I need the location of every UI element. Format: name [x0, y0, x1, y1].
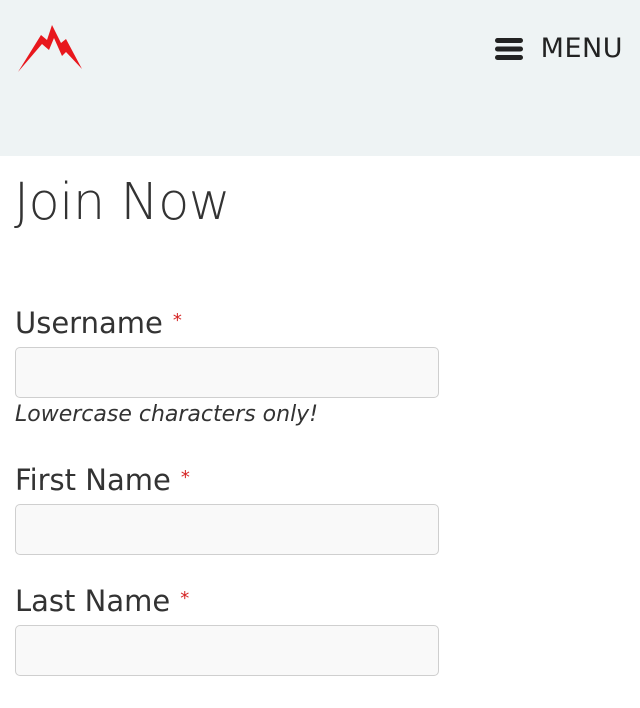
required-asterisk: *: [180, 467, 190, 488]
username-label-text: Username: [15, 306, 163, 340]
last-name-label-text: Last Name: [15, 584, 171, 618]
last-name-label: Last Name *: [15, 583, 189, 619]
first-name-input[interactable]: [15, 504, 439, 555]
username-label: Username *: [15, 305, 182, 341]
first-name-label-text: First Name: [15, 463, 171, 497]
username-hint: Lowercase characters only!: [15, 402, 319, 427]
site-header: MENU: [0, 0, 640, 156]
hamburger-menu-icon: [494, 38, 523, 60]
last-name-input[interactable]: [15, 625, 439, 676]
first-name-label: First Name *: [15, 462, 190, 498]
required-asterisk: *: [180, 588, 190, 609]
username-input[interactable]: [15, 347, 439, 398]
mountain-logo-icon[interactable]: [16, 22, 84, 72]
page-title: Join Now: [14, 173, 231, 232]
menu-label: MENU: [540, 33, 623, 64]
required-asterisk: *: [172, 310, 182, 331]
menu-button[interactable]: MENU: [494, 33, 623, 65]
